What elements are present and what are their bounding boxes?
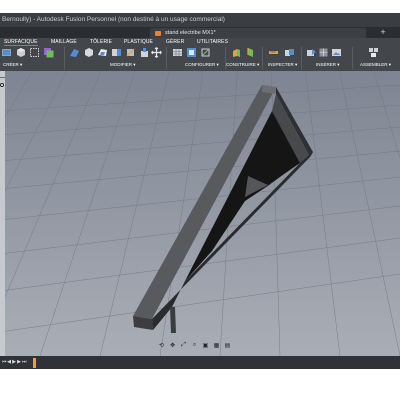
offset-plane-icon[interactable] <box>231 47 242 58</box>
ribbon-toolbar: SURFACIQUE MAILLAGE TÔLERIE PLASTIQUE GÉ… <box>0 38 400 71</box>
play-icon[interactable]: ▶ <box>12 360 16 365</box>
viewport-scene <box>0 71 400 356</box>
stand-part[interactable] <box>133 85 313 333</box>
ribbon-divider <box>301 47 302 69</box>
document-tab-bar: stand electribe MX1* + <box>0 27 400 38</box>
grid-icon[interactable]: ▦ <box>212 341 221 349</box>
zoom-icon[interactable]: ⌕ <box>190 341 199 349</box>
tab-gerer[interactable]: GÉRER <box>166 39 184 45</box>
display-icon[interactable]: ▣ <box>201 341 210 349</box>
navigation-bar: ⟲ ✥ ⤢ ⌕ ▣ ▦ ▤ <box>155 340 245 350</box>
ribbon-divider <box>64 47 65 69</box>
pan-icon[interactable]: ✥ <box>168 341 177 349</box>
configure-table-icon[interactable] <box>172 47 183 58</box>
title-bar: Bernoully) - Autodesk Fusion Personnel (… <box>0 13 400 27</box>
document-tab[interactable]: stand electribe MX1* <box>150 28 366 38</box>
prev-icon[interactable]: ◀ <box>7 360 11 365</box>
first-icon[interactable]: ⏮ <box>2 360 7 365</box>
fit-icon[interactable]: ⤢ <box>179 341 188 349</box>
new-tab-button[interactable]: + <box>378 27 388 38</box>
group-modifier[interactable]: MODIFIER ▾ <box>110 62 136 68</box>
plane-at-angle-icon[interactable] <box>245 47 256 58</box>
insert-derive-icon[interactable] <box>306 47 317 58</box>
insert-mesh-icon[interactable] <box>318 47 329 58</box>
tab-plastique[interactable]: PLASTIQUE <box>124 39 153 45</box>
browser-collapsed-rail[interactable] <box>0 71 5 356</box>
ribbon-divider <box>352 47 353 69</box>
group-inserer[interactable]: INSÉRER ▾ <box>316 62 340 68</box>
group-creer[interactable]: CRÉER ▾ <box>3 62 22 68</box>
document-icon <box>155 30 161 36</box>
group-construire[interactable]: CONSTRUIRE ▾ <box>226 62 259 68</box>
timeline-bar <box>0 356 400 369</box>
document-tab-label: stand electribe MX1* <box>165 30 216 36</box>
split-icon[interactable] <box>125 47 136 58</box>
create-form-icon[interactable] <box>43 47 54 58</box>
configure-theme-icon[interactable] <box>186 47 197 58</box>
layout-icon[interactable]: ▤ <box>223 341 232 349</box>
move-icon[interactable] <box>151 47 162 58</box>
tab-maillage[interactable]: MAILLAGE <box>51 39 77 45</box>
offset-surface-icon[interactable] <box>69 47 80 58</box>
group-inspecter[interactable]: INSPECTER ▾ <box>268 62 297 68</box>
patch-icon[interactable] <box>97 47 108 58</box>
rail-divider <box>0 77 5 78</box>
configure-rule-icon[interactable] <box>200 47 211 58</box>
ribbon-divider <box>166 47 167 69</box>
orbit-icon[interactable]: ⟲ <box>157 341 166 349</box>
last-icon[interactable]: ⏭ <box>22 360 27 365</box>
tab-utilitaires[interactable]: UTILITAIRES <box>197 39 228 45</box>
3d-viewport[interactable] <box>0 71 400 356</box>
timeline-controls: ⏮ ◀ ▶ ▶ ⏭ <box>0 357 36 368</box>
create-sketch-icon[interactable] <box>1 47 12 58</box>
interference-icon[interactable] <box>284 47 295 58</box>
window-bottom-margin <box>0 369 400 400</box>
assemble-new-component-icon[interactable] <box>368 47 379 58</box>
group-assembler[interactable]: ASSEMBLER ▾ <box>360 62 391 68</box>
timeline-marker[interactable] <box>33 358 36 368</box>
window-title: Bernoully) - Autodesk Fusion Personnel (… <box>2 16 225 23</box>
window-top-margin <box>0 0 400 13</box>
thicken-icon[interactable] <box>83 47 94 58</box>
insert-image-icon[interactable] <box>331 47 342 58</box>
tab-tolerie[interactable]: TÔLERIE <box>90 39 112 45</box>
press-pull-icon[interactable] <box>139 47 150 58</box>
next-icon[interactable]: ▶ <box>17 360 21 365</box>
box-select-icon[interactable] <box>29 47 40 58</box>
tab-surfacique[interactable]: SURFACIQUE <box>4 39 38 46</box>
group-configurer[interactable]: CONFIGURER ▾ <box>185 62 219 68</box>
ribbon-divider <box>262 47 263 69</box>
measure-icon[interactable] <box>268 47 279 58</box>
extrude-icon[interactable] <box>15 47 26 58</box>
stitch-icon[interactable] <box>111 47 122 58</box>
radio-icon[interactable] <box>0 83 4 87</box>
